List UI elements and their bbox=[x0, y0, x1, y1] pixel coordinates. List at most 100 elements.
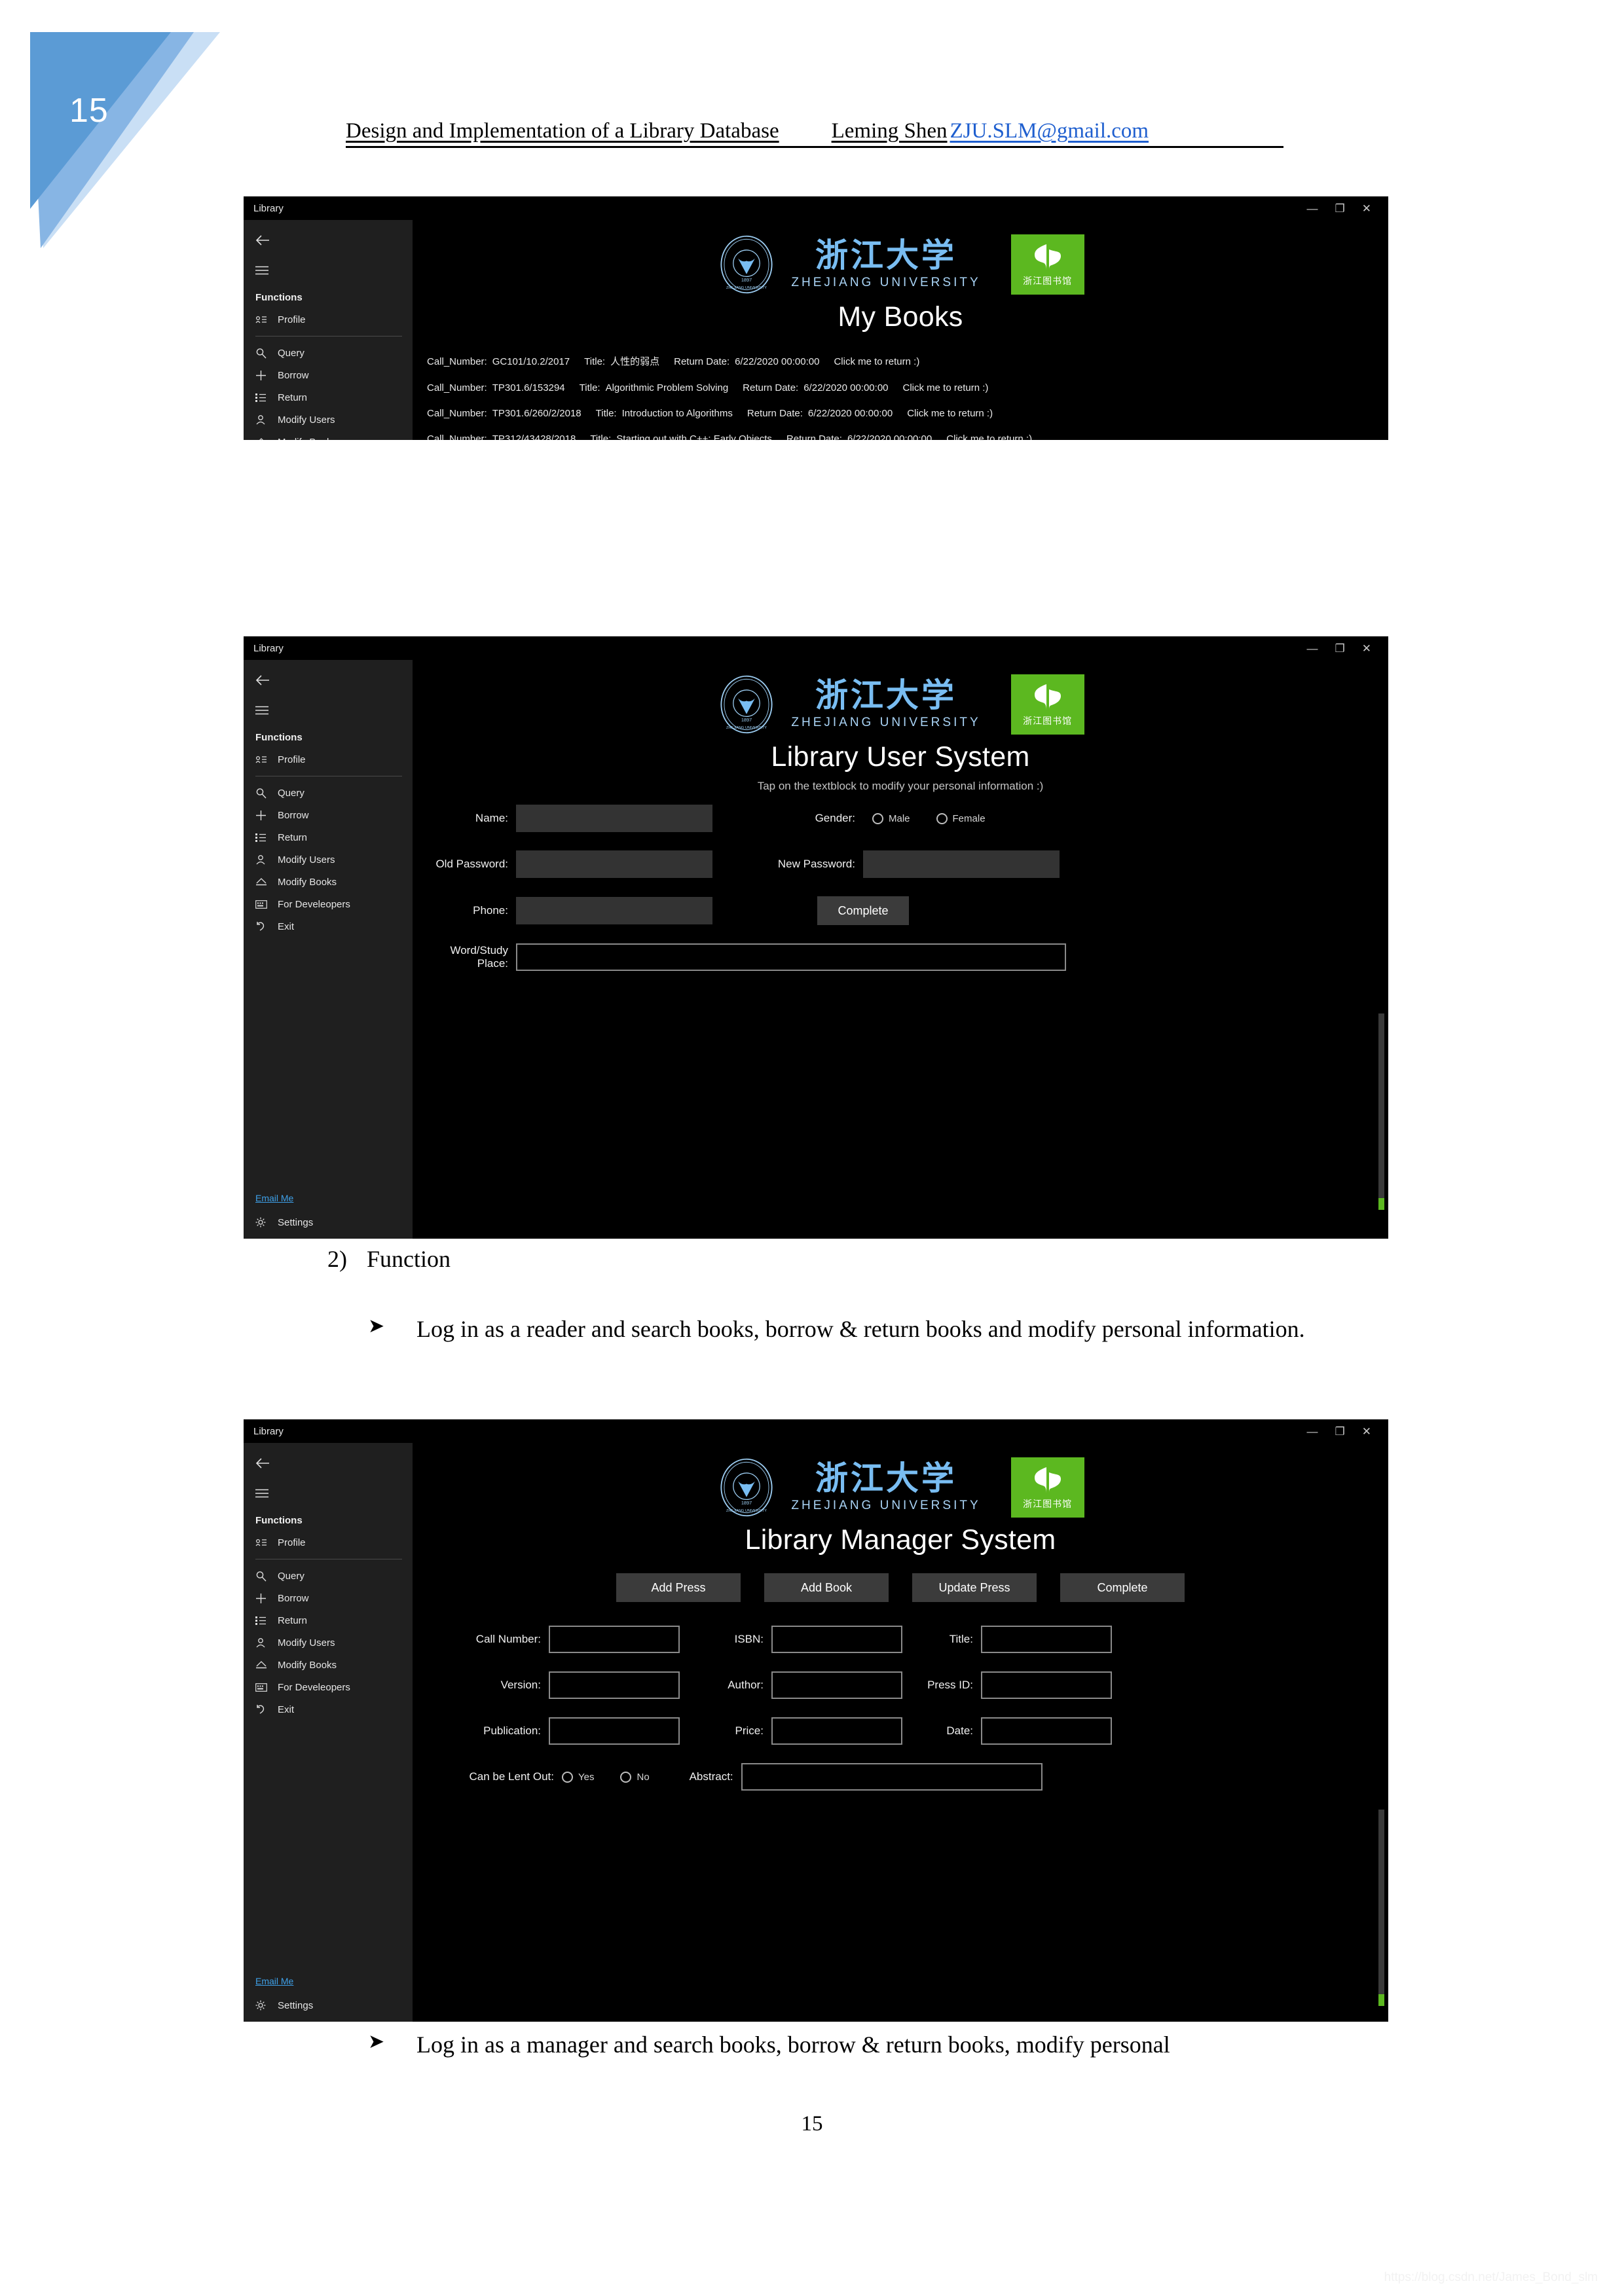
sidebar-item-modify-users[interactable]: Modify Users bbox=[244, 1631, 413, 1654]
price-input[interactable] bbox=[771, 1717, 902, 1745]
table-row[interactable]: Call_Number: GC101/10.2/2017 Title: 人性的弱点 Re… bbox=[427, 354, 1388, 368]
cell-return-date: 6/22/2020 00:00:00 bbox=[803, 382, 889, 393]
watermark: https://blog.csdn.net/James_Bond_slm bbox=[1384, 2270, 1598, 2284]
sidebar-item-return[interactable]: Return bbox=[244, 1609, 413, 1631]
hamburger-button[interactable] bbox=[244, 255, 413, 285]
price-label: Price: bbox=[735, 1724, 764, 1737]
back-button[interactable] bbox=[244, 225, 413, 255]
publication-input[interactable] bbox=[549, 1717, 680, 1745]
gender-female-radio[interactable]: Female bbox=[936, 812, 986, 824]
abstract-input[interactable] bbox=[741, 1763, 1043, 1791]
return-book-action[interactable]: Click me to return :) bbox=[946, 433, 1032, 440]
return-book-action[interactable]: Click me to return :) bbox=[834, 356, 919, 367]
sidebar-item-modify-users[interactable]: Modify Users bbox=[244, 848, 413, 871]
form-row-name-gender: Name: Gender: Male Female bbox=[431, 805, 1370, 832]
work-study-place-input[interactable] bbox=[516, 943, 1066, 971]
sidebar-item-return[interactable]: Return bbox=[244, 826, 413, 848]
sidebar-item-exit[interactable]: Exit bbox=[244, 1698, 413, 1721]
sidebar-item-profile[interactable]: Profile bbox=[244, 748, 413, 771]
sidebar-item-profile[interactable]: Profile bbox=[244, 1531, 413, 1554]
return-book-action[interactable]: Click me to return :) bbox=[907, 408, 993, 419]
library-logo: 浙江图书馆 bbox=[1010, 234, 1084, 295]
sidebar-item-for-developers[interactable]: For Develeopers bbox=[244, 1676, 413, 1698]
sidebar-item-modify-books[interactable]: Modify Books bbox=[244, 871, 413, 893]
name-input[interactable] bbox=[516, 805, 712, 832]
branding-row: 1897 ZHEJIANG UNIVERSITY 浙江大学 ZHEJIANG U… bbox=[413, 660, 1388, 735]
sidebar-item-settings[interactable]: Settings bbox=[244, 1994, 413, 2016]
sidebar-item-modify-users[interactable]: Modify Users bbox=[244, 409, 413, 431]
gender-female-label: Female bbox=[952, 812, 986, 824]
table-row[interactable]: Call_Number: TP312/43428/2018 Title: Starti… bbox=[427, 433, 1388, 440]
gender-radio-group: Male Female bbox=[872, 812, 986, 824]
update-press-button[interactable]: Update Press bbox=[912, 1573, 1037, 1602]
close-icon[interactable]: ✕ bbox=[1362, 1426, 1371, 1437]
sidebar-item-query[interactable]: Query bbox=[244, 1565, 413, 1587]
author-input[interactable] bbox=[771, 1671, 902, 1699]
title-input[interactable] bbox=[981, 1626, 1112, 1653]
scrollbar-thumb[interactable] bbox=[1378, 1994, 1384, 2006]
email-me-link[interactable]: Email Me bbox=[244, 1976, 413, 1986]
maximize-icon[interactable]: ❐ bbox=[1335, 1426, 1345, 1437]
maximize-icon[interactable]: ❐ bbox=[1335, 643, 1345, 654]
back-button[interactable] bbox=[244, 1448, 413, 1478]
minimize-icon[interactable]: — bbox=[1307, 203, 1318, 214]
svg-text:1897: 1897 bbox=[741, 717, 752, 723]
sidebar-item-profile[interactable]: Profile bbox=[244, 308, 413, 331]
lent-out-no-radio[interactable]: No bbox=[620, 1771, 650, 1783]
sidebar-item-query[interactable]: Query bbox=[244, 342, 413, 364]
email-me-link[interactable]: Email Me bbox=[244, 1193, 413, 1203]
sidebar-item-return[interactable]: Return bbox=[244, 386, 413, 409]
minimize-icon[interactable]: — bbox=[1307, 1426, 1318, 1437]
lent-out-yes-radio[interactable]: Yes bbox=[562, 1771, 594, 1783]
return-book-action[interactable]: Click me to return :) bbox=[903, 382, 989, 393]
lent-out-no-label: No bbox=[637, 1771, 650, 1783]
complete-button[interactable]: Complete bbox=[817, 896, 909, 925]
sidebar-item-settings[interactable]: Settings bbox=[244, 1211, 413, 1233]
gear-icon bbox=[255, 2000, 272, 2011]
title-label: Title: bbox=[949, 1633, 973, 1645]
sidebar-item-borrow[interactable]: Borrow bbox=[244, 1587, 413, 1609]
table-row[interactable]: Call_Number: TP301.6/260/2/2018 Title: Intr… bbox=[427, 408, 1388, 419]
contact-card-icon bbox=[255, 1538, 272, 1547]
contact-card-icon bbox=[255, 755, 272, 764]
add-book-button[interactable]: Add Book bbox=[764, 1573, 889, 1602]
add-press-button[interactable]: Add Press bbox=[616, 1573, 741, 1602]
sidebar-item-label: Modify Users bbox=[278, 1637, 335, 1649]
hamburger-button[interactable] bbox=[244, 1478, 413, 1508]
sidebar-item-modify-books[interactable]: Modify Books bbox=[244, 431, 413, 440]
maximize-icon[interactable]: ❐ bbox=[1335, 203, 1345, 214]
close-icon[interactable]: ✕ bbox=[1362, 643, 1371, 654]
hamburger-button[interactable] bbox=[244, 695, 413, 725]
search-icon bbox=[255, 1571, 272, 1582]
sidebar-item-query[interactable]: Query bbox=[244, 782, 413, 804]
new-password-input[interactable] bbox=[863, 850, 1060, 878]
minimize-icon[interactable]: — bbox=[1307, 643, 1318, 654]
page-title: Library Manager System bbox=[745, 1524, 1056, 1556]
zju-english-wordmark: ZHEJIANG UNIVERSITY bbox=[791, 1499, 981, 1512]
scrollbar-thumb[interactable] bbox=[1378, 1198, 1384, 1210]
sidebar-item-modify-books[interactable]: Modify Books bbox=[244, 1654, 413, 1676]
version-label: Version: bbox=[500, 1679, 541, 1691]
sidebar-item-borrow[interactable]: Borrow bbox=[244, 364, 413, 386]
vertical-scrollbar[interactable] bbox=[1378, 1013, 1384, 1210]
sidebar-item-for-developers[interactable]: For Develeopers bbox=[244, 893, 413, 915]
version-input[interactable] bbox=[549, 1671, 680, 1699]
work-study-place-label: Word/Study Place: bbox=[450, 944, 508, 970]
isbn-input[interactable] bbox=[771, 1626, 902, 1653]
sidebar-item-borrow[interactable]: Borrow bbox=[244, 804, 413, 826]
date-input[interactable] bbox=[981, 1717, 1112, 1745]
header-email-link[interactable]: ZJU.SLM@gmail.com bbox=[950, 119, 1149, 143]
back-button[interactable] bbox=[244, 665, 413, 695]
old-password-input[interactable] bbox=[516, 850, 712, 878]
sidebar-item-exit[interactable]: Exit bbox=[244, 915, 413, 938]
press-id-input[interactable] bbox=[981, 1671, 1112, 1699]
phone-input[interactable] bbox=[516, 897, 712, 924]
call-number-input[interactable] bbox=[549, 1626, 680, 1653]
table-row[interactable]: Call_Number: TP301.6/153294 Title: Algorith… bbox=[427, 382, 1388, 393]
close-icon[interactable]: ✕ bbox=[1362, 203, 1371, 214]
complete-button[interactable]: Complete bbox=[1060, 1573, 1185, 1602]
col-return-date-label: Return Date: bbox=[786, 433, 842, 440]
new-password-label: New Password: bbox=[777, 858, 855, 870]
gender-male-radio[interactable]: Male bbox=[872, 812, 910, 824]
vertical-scrollbar[interactable] bbox=[1378, 1810, 1384, 2006]
